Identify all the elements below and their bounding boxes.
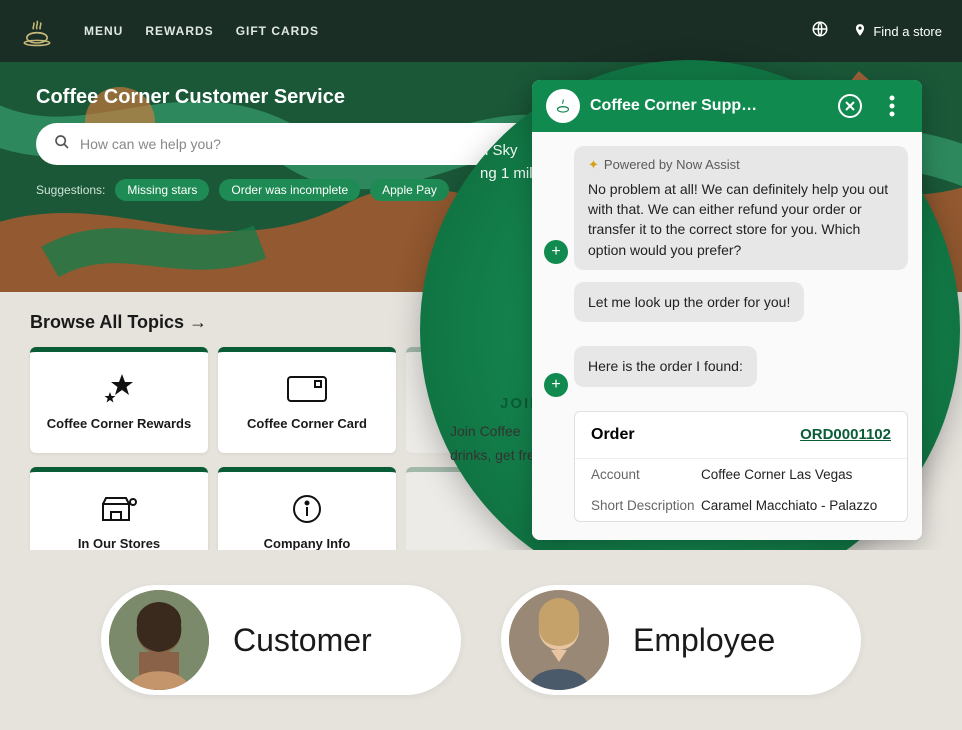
search-icon [54, 134, 70, 155]
avatar [109, 590, 209, 690]
order-field-value: Caramel Macchiato - Palazzo [701, 498, 891, 513]
globe-icon[interactable] [811, 20, 829, 43]
order-title: Order [591, 426, 635, 444]
lens-partial-text: d Sky ng 1 mil [480, 140, 533, 185]
chip-missing-stars[interactable]: Missing stars [115, 179, 209, 201]
order-field-value: Coffee Corner Las Vegas [701, 467, 891, 482]
chat-header: Coffee Corner Supp… [532, 80, 922, 132]
sparkle-icon: ✦ [588, 156, 599, 175]
chat-menu-icon[interactable] [876, 90, 908, 122]
persona-label: Employee [633, 622, 775, 659]
avatar [509, 590, 609, 690]
nav-rewards[interactable]: REWARDS [145, 24, 213, 38]
star-icon [102, 374, 136, 404]
chat-message-text: Let me look up the order for you! [588, 294, 790, 310]
find-store[interactable]: Find a store [853, 23, 942, 40]
info-icon [292, 494, 322, 524]
order-row: Account Coffee Corner Las Vegas [575, 459, 907, 490]
order-field-key: Account [591, 467, 701, 482]
chat-message: Here is the order I found: [574, 346, 757, 386]
brand-logo[interactable] [20, 14, 54, 48]
topic-label: Coffee Corner Card [247, 416, 367, 431]
nav-right: Find a store [811, 20, 942, 43]
join-sub: Join Coffee drinks, get fre [450, 420, 535, 468]
minimize-chat-icon[interactable] [834, 90, 866, 122]
order-number-link[interactable]: ORD0001102 [800, 426, 891, 444]
chat-body: ✦ Powered by Now Assist No problem at al… [532, 132, 922, 540]
chat-message: ✦ Powered by Now Assist No problem at al… [574, 146, 908, 270]
expand-icon[interactable]: + [544, 373, 568, 397]
card-icon [287, 374, 327, 404]
topic-label: In Our Stores [78, 536, 160, 551]
pin-icon [853, 23, 867, 40]
order-header: Order ORD0001102 [575, 412, 907, 459]
find-store-label: Find a store [873, 24, 942, 39]
now-assist-badge: ✦ Powered by Now Assist [588, 156, 894, 175]
order-field-key: Short Description [591, 498, 701, 513]
persona-customer[interactable]: Customer [101, 585, 461, 695]
chat-avatar [546, 89, 580, 123]
suggestions-label: Suggestions: [36, 183, 105, 197]
order-row: Short Description Caramel Macchiato - Pa… [575, 490, 907, 521]
topic-label: Company Info [264, 536, 351, 551]
chat-message-text: No problem at all! We can definitely hel… [588, 181, 888, 258]
topic-label: Coffee Corner Rewards [47, 416, 191, 431]
order-card: Order ORD0001102 Account Coffee Corner L… [574, 411, 908, 522]
chat-widget: Coffee Corner Supp… ✦ Powered by Now Ass… [532, 80, 922, 540]
nav-left: MENU REWARDS GIFT CARDS [20, 14, 319, 48]
topic-card[interactable]: Coffee Corner Card [218, 347, 396, 453]
chat-message-text: Here is the order I found: [588, 358, 743, 374]
nav-links: MENU REWARDS GIFT CARDS [84, 24, 319, 38]
topic-rewards[interactable]: Coffee Corner Rewards [30, 347, 208, 453]
store-icon [101, 494, 137, 524]
nav-menu[interactable]: MENU [84, 24, 123, 38]
chip-order-incomplete[interactable]: Order was incomplete [219, 179, 360, 201]
chat-title: Coffee Corner Supp… [590, 97, 824, 115]
nav-giftcards[interactable]: GIFT CARDS [236, 24, 319, 38]
personas-section: Customer Employee [0, 550, 962, 730]
chip-apple-pay[interactable]: Apple Pay [370, 179, 449, 201]
persona-label: Customer [233, 622, 372, 659]
expand-icon[interactable]: + [544, 240, 568, 264]
persona-employee[interactable]: Employee [501, 585, 861, 695]
top-nav: MENU REWARDS GIFT CARDS Find a store [0, 0, 962, 62]
chat-message: Let me look up the order for you! [574, 282, 804, 322]
